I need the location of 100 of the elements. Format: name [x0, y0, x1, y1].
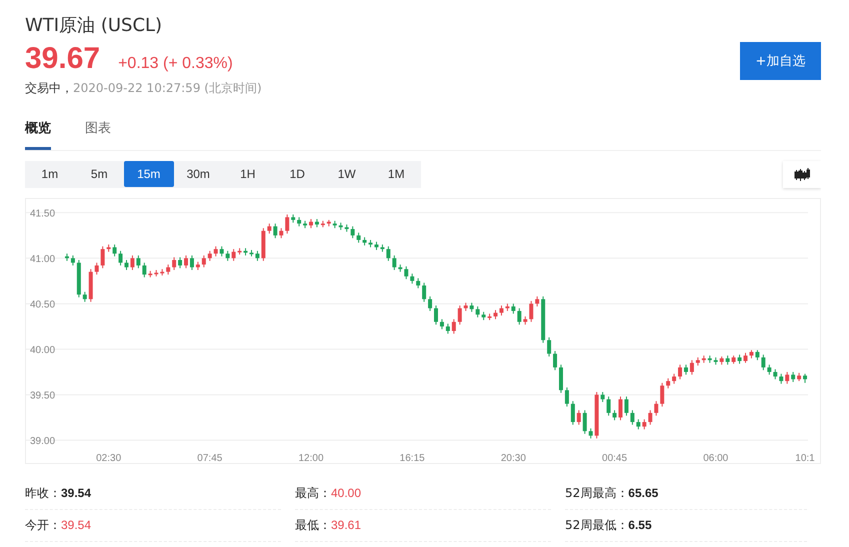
interval-button[interactable]: 1W — [322, 161, 372, 187]
falling-candle — [273, 223, 278, 239]
rising-candle — [660, 382, 664, 408]
stat-value: 39.61 — [331, 518, 362, 532]
last-price: 39.67 — [25, 42, 100, 76]
interval-button[interactable]: 15m — [124, 161, 174, 187]
falling-candle — [606, 396, 611, 416]
falling-candle — [636, 418, 640, 430]
falling-candle — [761, 354, 766, 371]
falling-candle — [338, 222, 343, 230]
stat-value: 6.55 — [628, 518, 652, 532]
falling-candle — [553, 350, 558, 371]
rising-candle — [618, 396, 622, 421]
rising-candle — [720, 356, 724, 366]
rising-candle — [196, 261, 200, 270]
rising-candle — [166, 264, 170, 276]
tab[interactable]: 图表 — [85, 115, 111, 150]
falling-candle — [714, 356, 718, 366]
rising-candle — [666, 378, 670, 389]
falling-candle — [350, 226, 355, 239]
y-axis-label: 41.00 — [30, 254, 56, 266]
stat-value: 65.65 — [628, 486, 658, 500]
falling-candle — [726, 355, 730, 366]
falling-candle — [386, 246, 390, 262]
falling-candle — [142, 262, 146, 278]
rising-candle — [172, 256, 176, 270]
interval-button[interactable]: 5m — [74, 161, 124, 187]
falling-candle — [779, 373, 784, 384]
falling-candle — [362, 236, 367, 246]
falling-candle — [630, 410, 634, 426]
rising-candle — [279, 228, 284, 239]
falling-candle — [738, 354, 742, 364]
falling-candle — [708, 355, 712, 364]
rising-candle — [326, 219, 331, 227]
falling-candle — [803, 373, 808, 384]
rising-candle — [535, 296, 540, 307]
falling-candle — [250, 249, 254, 257]
falling-candle — [291, 214, 296, 224]
interval-button[interactable]: 1m — [25, 161, 74, 187]
falling-candle — [380, 244, 384, 252]
stat-label: 最低： — [295, 518, 331, 532]
interval-button[interactable]: 1M — [372, 161, 421, 187]
falling-candle — [446, 323, 450, 334]
rising-candle — [202, 254, 206, 268]
falling-candle — [428, 296, 432, 312]
falling-candle — [476, 306, 480, 318]
rising-candle — [678, 364, 682, 380]
rising-candle — [785, 371, 790, 384]
stat-value: 39.54 — [61, 486, 92, 500]
falling-candle — [344, 224, 349, 232]
rising-candle — [797, 372, 802, 382]
rising-candle — [702, 355, 706, 364]
falling-candle — [440, 318, 444, 330]
falling-candle — [76, 260, 81, 298]
rising-candle — [452, 318, 456, 334]
stat-label: 最高： — [295, 486, 331, 500]
falling-candle — [470, 302, 474, 312]
falling-candle — [767, 364, 772, 376]
falling-candle — [398, 264, 402, 272]
falling-candle — [564, 386, 569, 408]
falling-candle — [582, 410, 587, 434]
rising-candle — [100, 246, 105, 269]
x-axis-label: 10:1 — [795, 453, 815, 463]
falling-candle — [434, 305, 438, 326]
rising-candle — [214, 246, 218, 257]
interval-button[interactable]: 1H — [223, 161, 272, 187]
falling-candle — [112, 244, 117, 257]
falling-candle — [517, 308, 522, 326]
y-axis-label: 40.00 — [30, 345, 56, 356]
chart-type-button[interactable] — [783, 161, 821, 188]
instrument-title: WTI原油 (USCL) — [25, 14, 164, 38]
rising-candle — [261, 228, 266, 262]
stat-value: 40.00 — [331, 486, 362, 500]
interval-button[interactable]: 1D — [272, 161, 322, 187]
x-axis-label: 00:45 — [602, 453, 628, 463]
falling-candle — [422, 282, 426, 302]
rising-candle — [154, 270, 158, 277]
rising-candle — [88, 268, 93, 302]
stat-value: 39.54 — [61, 518, 92, 532]
falling-candle — [588, 428, 593, 439]
rising-candle — [320, 220, 325, 228]
falling-candle — [356, 232, 361, 244]
stat-label: 昨收： — [25, 486, 61, 500]
falling-candle — [511, 303, 516, 314]
tab[interactable]: 概览 — [25, 115, 51, 150]
rising-candle — [523, 316, 528, 326]
falling-candle — [64, 253, 69, 262]
x-axis-label: 02:30 — [96, 453, 122, 463]
interval-button[interactable]: 30m — [174, 161, 223, 187]
falling-candle — [482, 311, 486, 321]
rising-candle — [744, 352, 748, 364]
falling-candle — [612, 410, 617, 421]
rising-candle — [672, 373, 676, 384]
falling-candle — [226, 250, 230, 262]
add-watchlist-button[interactable]: +加自选 — [740, 42, 821, 80]
y-axis-label: 39.50 — [30, 390, 56, 402]
quote-time: 2020-09-22 10:27:59 (北京时间) — [73, 81, 262, 95]
rising-candle — [732, 355, 736, 364]
x-axis-label: 20:30 — [500, 453, 526, 463]
rising-candle — [238, 248, 242, 256]
